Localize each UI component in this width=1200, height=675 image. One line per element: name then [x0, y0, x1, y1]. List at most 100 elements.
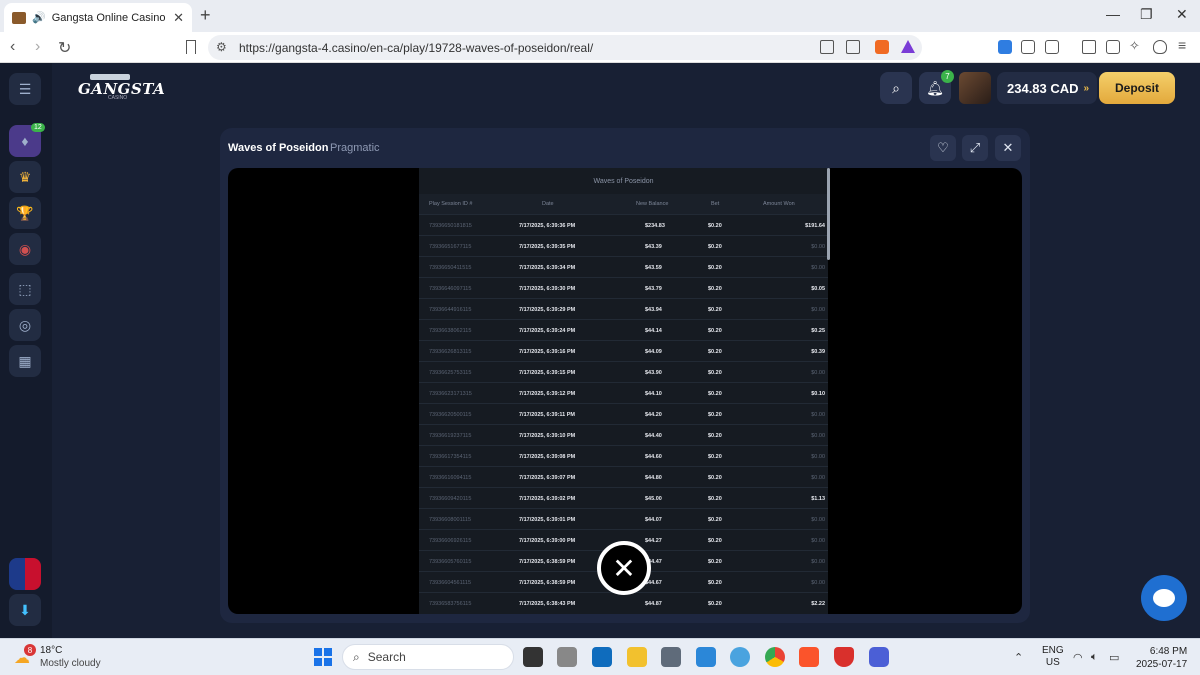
reload-icon[interactable]: ↻ [58, 38, 71, 58]
clock-time: 6:48 PM [1149, 646, 1188, 657]
cell-session-id: 73936638062115 [429, 328, 472, 334]
close-history-icon[interactable]: ✕ [597, 541, 651, 595]
brave-shields-icon[interactable] [875, 40, 889, 54]
favorite-heart-icon[interactable]: ♡ [930, 135, 956, 161]
history-title: Waves of Poseidon [593, 178, 654, 185]
battery-icon[interactable]: ▭ [1109, 651, 1119, 664]
extensions-icon[interactable] [1021, 40, 1035, 54]
game-viewport[interactable]: Waves of Poseidon Play Session ID # Date… [228, 168, 1022, 614]
brave-browser-icon[interactable] [799, 647, 819, 667]
weather-badge: 8 [24, 644, 36, 656]
clock[interactable]: 6:48 PM 2025-07-17 [1136, 645, 1187, 671]
browser-tab[interactable]: 🔊 Gangsta Online Casino | Gang ✕ [4, 3, 192, 32]
outlook-icon[interactable] [592, 647, 612, 667]
fullscreen-icon[interactable]: ⤢ [962, 135, 988, 161]
cell-amount-won: $0.39 [811, 349, 825, 355]
cell-new-balance: $44.60 [645, 454, 662, 460]
deposit-button[interactable]: Deposit [1099, 72, 1175, 104]
globe-app-icon[interactable] [730, 647, 750, 667]
cell-amount-won: $191.64 [805, 223, 825, 229]
bookmark-icon[interactable] [186, 40, 196, 54]
cell-bet: $0.20 [708, 412, 722, 418]
search-button[interactable]: ⌕ [880, 72, 912, 104]
vpn-icon[interactable] [1153, 40, 1167, 54]
task-view-icon[interactable] [523, 647, 543, 667]
chrome-icon[interactable] [765, 647, 785, 667]
share-icon[interactable] [846, 40, 860, 54]
promotions-badge: 12 [31, 123, 45, 132]
download-app-icon[interactable]: ⬇ [9, 594, 41, 626]
tray-chevron-up-icon[interactable]: ⌃ [1014, 651, 1023, 664]
start-button[interactable] [314, 648, 332, 666]
cell-date: 7/17/2025, 6:39:10 PM [519, 433, 576, 439]
table-row: 73936617354115 7/17/2025, 6:39:08 PM $44.6… [419, 445, 828, 466]
cell-date: 7/17/2025, 6:39:29 PM [519, 307, 576, 313]
weather-description: Mostly cloudy [40, 658, 101, 669]
reader-icon[interactable] [1045, 40, 1059, 54]
shield-app-icon[interactable] [834, 647, 854, 667]
cell-new-balance: $44.80 [645, 475, 662, 481]
calculator-icon[interactable] [661, 647, 681, 667]
tab-title: Gangsta Online Casino | Gang [51, 11, 167, 24]
wallet-icon[interactable] [1106, 40, 1120, 54]
notifications-badge: 7 [941, 70, 954, 83]
taskbar-search[interactable]: ⌕ Search [342, 644, 514, 670]
chat-bubble-icon [1153, 589, 1175, 607]
site-logo[interactable]: GANGSTA CASINO [78, 74, 165, 102]
address-bar[interactable]: ⚙ https://gangsta-4.casino/en-ca/play/19… [208, 35, 922, 60]
col-session-id: Play Session ID # [429, 201, 473, 207]
app-icon[interactable] [869, 647, 889, 667]
close-window-icon[interactable]: ✕ [1176, 6, 1188, 23]
sidebar-toggle-icon[interactable] [1082, 40, 1096, 54]
close-tab-icon[interactable]: ✕ [173, 10, 184, 26]
menu-toggle-icon[interactable]: ☰ [9, 73, 41, 105]
search-label: Search [367, 650, 406, 664]
cell-date: 7/17/2025, 6:39:30 PM [519, 286, 576, 292]
brave-rewards-icon[interactable] [901, 40, 915, 53]
notepad-icon[interactable] [696, 647, 716, 667]
chips-icon[interactable]: ⬚ [9, 273, 41, 305]
cell-amount-won: $0.00 [811, 517, 825, 523]
cell-amount-won: $0.00 [811, 433, 825, 439]
cell-bet: $0.20 [708, 349, 722, 355]
printer-app-icon[interactable] [557, 647, 577, 667]
extension-k-icon[interactable] [998, 40, 1012, 54]
cell-new-balance: $45.00 [645, 496, 662, 502]
cell-session-id: 73936625753115 [429, 370, 472, 376]
site-settings-icon[interactable]: ⚙ [216, 40, 227, 54]
back-icon[interactable]: ‹ [10, 38, 15, 56]
cell-amount-won: $0.00 [811, 580, 825, 586]
speaker-icon[interactable]: 🔊 [32, 11, 46, 24]
new-tab-button[interactable]: + [200, 5, 211, 26]
balance-button[interactable]: 234.83 CAD » [997, 72, 1097, 104]
table-row: 73936638062115 7/17/2025, 6:39:24 PM $44.1… [419, 319, 828, 340]
cell-new-balance: $44.07 [645, 517, 662, 523]
live-chat-button[interactable] [1141, 575, 1187, 621]
volume-icon[interactable]: 🔈︎ [1091, 651, 1098, 664]
avatar[interactable] [959, 72, 991, 104]
live-casino-icon[interactable]: ◎ [9, 309, 41, 341]
vip-crown-icon[interactable]: ♛ [9, 161, 41, 193]
url-text: https://gangsta-4.casino/en-ca/play/1972… [239, 41, 594, 55]
menu-icon[interactable]: ≡ [1178, 37, 1192, 53]
cell-bet: $0.20 [708, 370, 722, 376]
clock-date: 2025-07-17 [1136, 659, 1188, 670]
shop-icon[interactable]: ▦ [9, 345, 41, 377]
close-game-icon[interactable]: ✕ [995, 135, 1021, 161]
cast-icon[interactable] [820, 40, 834, 54]
forward-icon[interactable]: › [35, 38, 40, 56]
restore-icon[interactable]: ❐ [1140, 6, 1153, 23]
history-scrollbar[interactable] [827, 168, 830, 260]
cell-amount-won: $0.00 [811, 265, 825, 271]
cell-session-id: 73936623171315 [429, 391, 472, 397]
minimize-icon[interactable]: — [1106, 6, 1120, 22]
table-row: 73936626813115 7/17/2025, 6:39:16 PM $44.0… [419, 340, 828, 361]
file-explorer-icon[interactable] [627, 647, 647, 667]
wifi-icon[interactable]: ◠ [1073, 651, 1083, 664]
trophy-icon[interactable]: 🏆 [9, 197, 41, 229]
leo-ai-icon[interactable]: ✧ [1129, 38, 1143, 53]
language-indicator[interactable]: ENG US [1042, 645, 1064, 669]
wheel-icon[interactable]: ◉ [9, 233, 41, 265]
language-flag-icon[interactable] [9, 558, 41, 590]
cell-amount-won: $0.00 [811, 307, 825, 313]
